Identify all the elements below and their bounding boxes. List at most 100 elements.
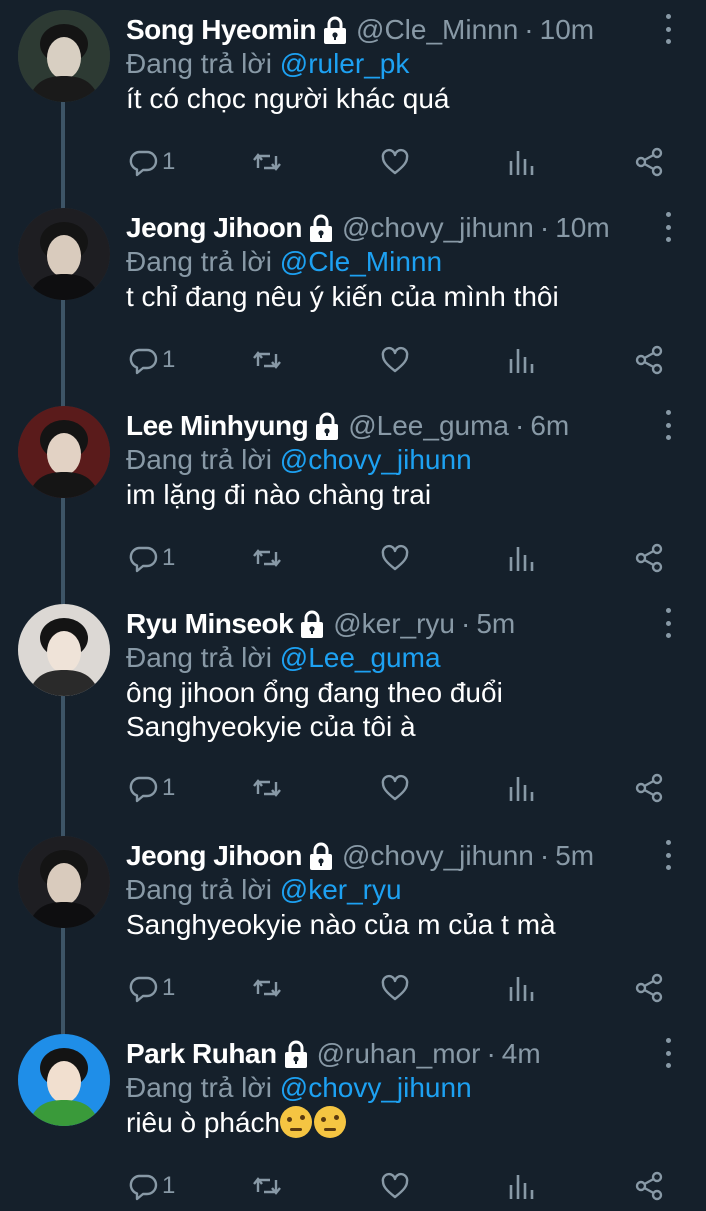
separator-dot: ·: [486, 1038, 496, 1069]
like-button[interactable]: [380, 1170, 410, 1202]
action-bar: 1: [0, 1170, 706, 1202]
like-icon: [381, 974, 409, 1001]
more-icon[interactable]: [658, 840, 678, 870]
timestamp[interactable]: 10m: [540, 12, 594, 48]
share-icon: [635, 773, 663, 803]
share-button[interactable]: [634, 1170, 664, 1202]
tweet-text: ông jihoon ổng đang theo đuổi Sanghyeokyi…: [126, 676, 666, 744]
share-button[interactable]: [634, 772, 664, 804]
reply-mention[interactable]: @chovy_jihunn: [280, 444, 472, 475]
action-bar: 1: [0, 542, 706, 574]
retweet-icon: [253, 979, 281, 997]
retweet-icon: [253, 1177, 281, 1195]
analytics-button[interactable]: [506, 146, 536, 178]
avatar-image: [18, 208, 110, 300]
lock-icon: [322, 15, 348, 45]
analytics-button[interactable]: [506, 1170, 536, 1202]
reply-button[interactable]: 1: [128, 344, 175, 376]
tweet-header: Song Hyeomin @Cle_Minnn · 10m: [126, 12, 594, 48]
like-button[interactable]: [380, 542, 410, 574]
more-icon[interactable]: [658, 212, 678, 242]
timestamp[interactable]: 6m: [530, 408, 569, 444]
user-handle[interactable]: @Cle_Minnn: [356, 12, 518, 48]
like-button[interactable]: [380, 146, 410, 178]
retweet-icon: [253, 549, 281, 567]
avatar[interactable]: [18, 406, 110, 498]
avatar[interactable]: [18, 10, 110, 102]
analytics-button[interactable]: [506, 972, 536, 1004]
analytics-icon: [509, 349, 534, 373]
reply-button[interactable]: 1: [128, 146, 175, 178]
analytics-button[interactable]: [506, 344, 536, 376]
timestamp[interactable]: 5m: [555, 838, 594, 874]
share-button[interactable]: [634, 972, 664, 1004]
display-name[interactable]: Jeong Jihoon: [126, 210, 303, 246]
display-name[interactable]: Lee Minhyung: [126, 408, 309, 444]
retweet-button[interactable]: [252, 772, 282, 804]
analytics-button[interactable]: [506, 772, 536, 804]
share-button[interactable]: [634, 146, 664, 178]
share-button[interactable]: [634, 542, 664, 574]
retweet-icon: [253, 153, 281, 171]
timestamp[interactable]: 5m: [476, 606, 515, 642]
avatar[interactable]: [18, 836, 110, 928]
user-handle[interactable]: @Lee_guma: [348, 408, 509, 444]
retweet-button[interactable]: [252, 972, 282, 1004]
like-button[interactable]: [380, 972, 410, 1004]
display-name[interactable]: Jeong Jihoon: [126, 838, 303, 874]
user-handle[interactable]: @ker_ryu: [333, 606, 455, 642]
reply-mention[interactable]: @Cle_Minnn: [280, 246, 442, 277]
like-button[interactable]: [380, 772, 410, 804]
tweet-text-line: t chỉ đang nêu ý kiến của mình thôi: [126, 281, 559, 312]
reply-count: 1: [162, 1172, 176, 1199]
retweet-button[interactable]: [252, 542, 282, 574]
share-button[interactable]: [634, 344, 664, 376]
tweet-header: Park Ruhan @ruhan_mor · 4m: [126, 1036, 541, 1072]
reply-mention[interactable]: @chovy_jihunn: [280, 1072, 472, 1103]
tweet-header: Jeong Jihoon @chovy_jihunn · 10m: [126, 210, 610, 246]
user-handle[interactable]: @chovy_jihunn: [342, 838, 534, 874]
share-icon: [635, 1171, 663, 1201]
reply-mention[interactable]: @ker_ryu: [280, 874, 402, 905]
reply-count: 1: [162, 346, 176, 373]
reply-mention[interactable]: @Lee_guma: [280, 642, 441, 673]
avatar[interactable]: [18, 604, 110, 696]
reply-prefix: Đang trả lời: [126, 246, 272, 277]
separator-dot: ·: [539, 840, 550, 871]
reply-button[interactable]: 1: [128, 542, 175, 574]
display-name[interactable]: Park Ruhan: [126, 1036, 277, 1072]
separator-dot: ·: [515, 410, 525, 441]
reply-context: Đang trả lời @ruler_pk: [126, 46, 409, 82]
more-icon[interactable]: [658, 410, 678, 440]
reply-button[interactable]: 1: [128, 772, 175, 804]
display-name[interactable]: Ryu Minseok: [126, 606, 294, 642]
tweet-text-line: im lặng đi nào chàng trai: [126, 479, 432, 510]
retweet-button[interactable]: [252, 1170, 282, 1202]
analytics-icon: [509, 151, 534, 175]
reply-mention[interactable]: @ruler_pk: [280, 48, 410, 79]
avatar[interactable]: [18, 1034, 110, 1126]
like-button[interactable]: [380, 344, 410, 376]
more-icon[interactable]: [658, 608, 678, 638]
tweet-text: ít có chọc người khác quá: [126, 82, 666, 116]
analytics-button[interactable]: [506, 542, 536, 574]
reply-icon: [129, 1174, 158, 1201]
display-name[interactable]: Song Hyeomin: [126, 12, 317, 48]
action-bar: 1: [0, 772, 706, 804]
more-icon[interactable]: [658, 14, 678, 44]
timestamp[interactable]: 4m: [502, 1036, 541, 1072]
tweet-text: Sanghyeokyie nào của m của t mà: [126, 908, 666, 942]
timestamp[interactable]: 10m: [555, 210, 609, 246]
user-handle[interactable]: @ruhan_mor: [317, 1036, 481, 1072]
like-icon: [381, 1172, 409, 1199]
user-handle[interactable]: @chovy_jihunn: [342, 210, 534, 246]
reply-button[interactable]: 1: [128, 1170, 175, 1202]
retweet-button[interactable]: [252, 146, 282, 178]
reply-icon: [129, 150, 158, 177]
more-icon[interactable]: [658, 1038, 678, 1068]
retweet-button[interactable]: [252, 344, 282, 376]
avatar[interactable]: [18, 208, 110, 300]
lock-icon: [308, 213, 334, 243]
separator-dot: ·: [524, 14, 534, 45]
reply-button[interactable]: 1: [128, 972, 175, 1004]
